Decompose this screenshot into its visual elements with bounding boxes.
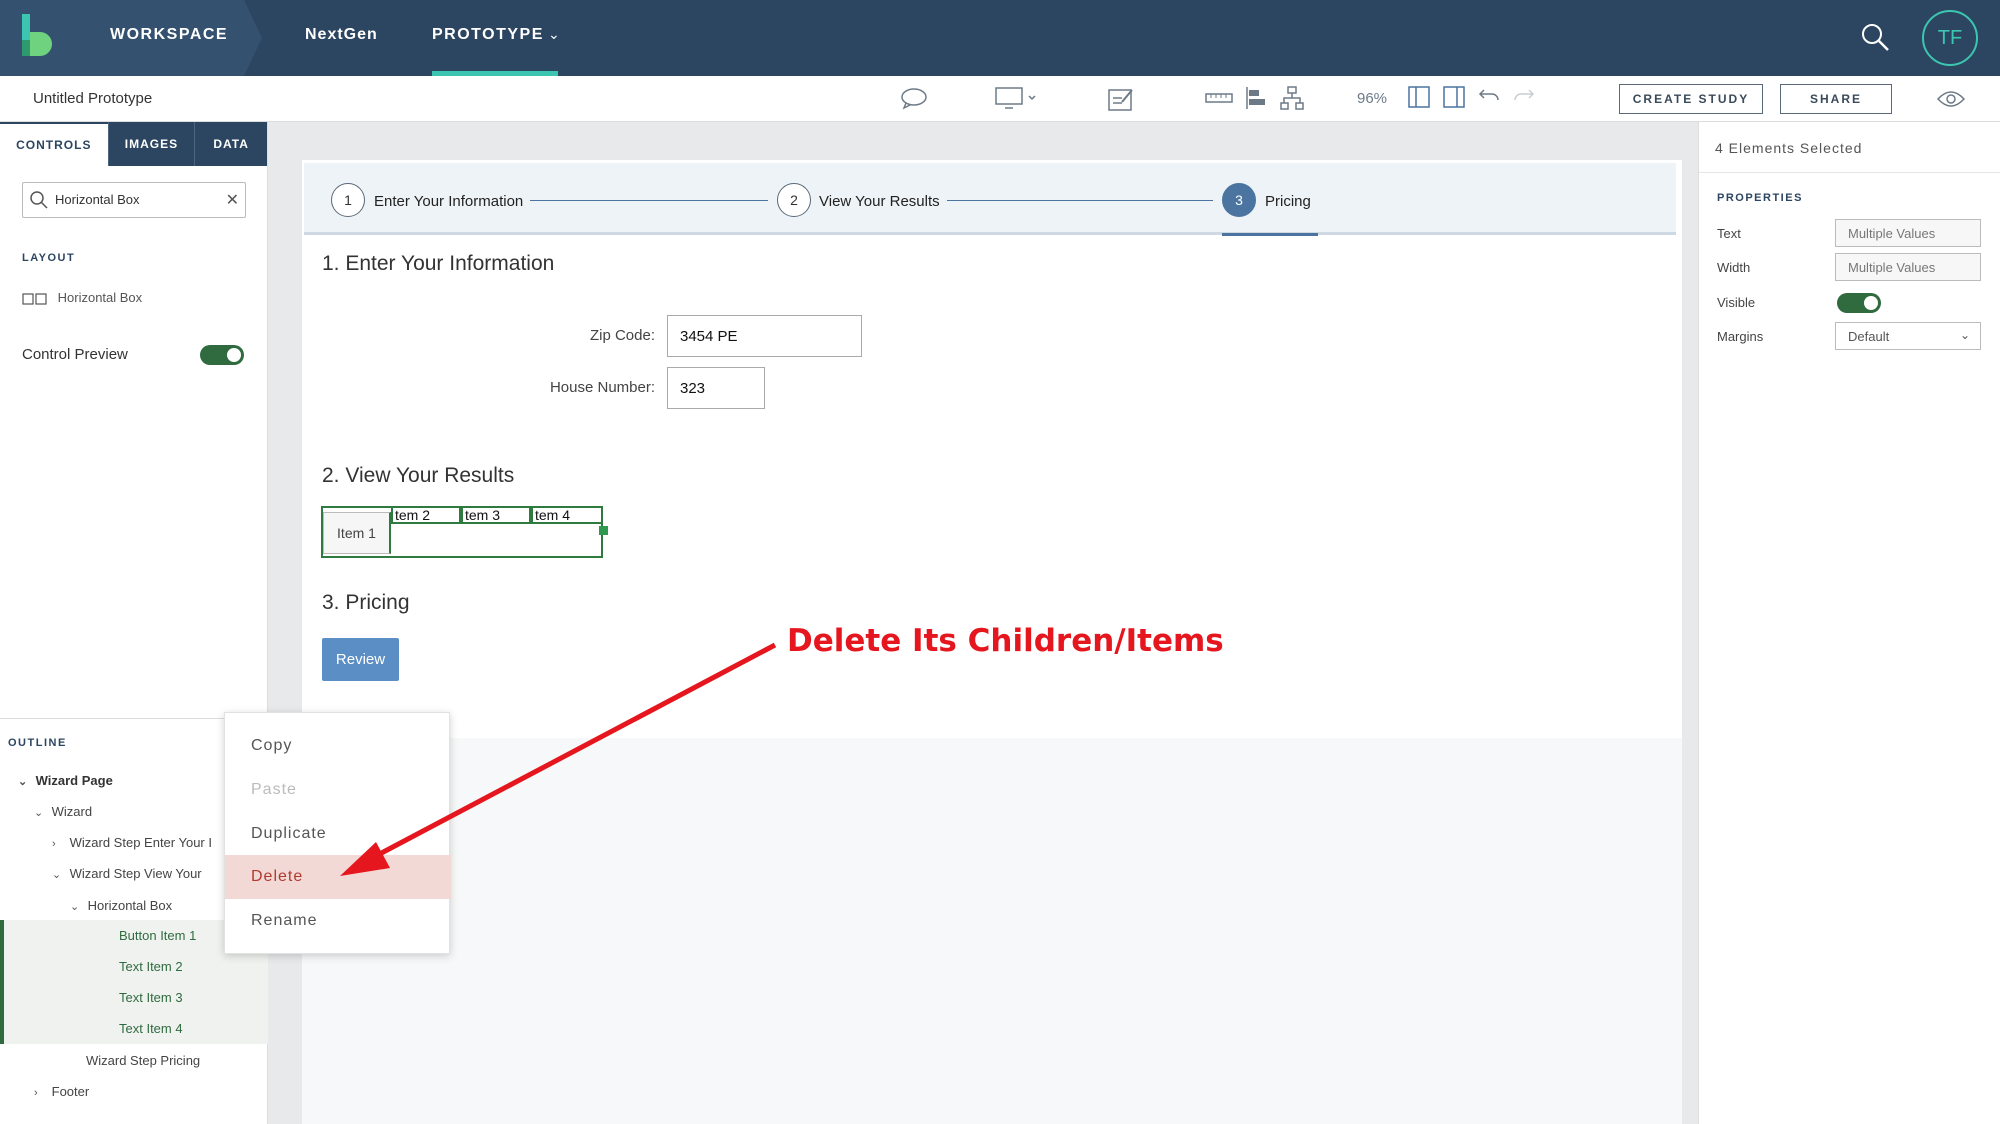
properties-panel: 4 Elements Selected PROPERTIES Text Mult… — [1698, 122, 2000, 1124]
prop-margins-label: Margins — [1717, 329, 1764, 344]
margins-select[interactable]: Default ⌄ — [1835, 322, 1981, 350]
prop-width-input[interactable]: Multiple Values — [1835, 253, 1981, 281]
panel-divider — [1699, 172, 2000, 173]
prop-text-input[interactable]: Multiple Values — [1835, 219, 1981, 247]
selection-count: 4 Elements Selected — [1715, 140, 1863, 156]
margins-value: Default — [1848, 328, 1890, 344]
prop-width-label: Width — [1717, 260, 1751, 275]
properties-section-label: PROPERTIES — [1717, 192, 1803, 204]
chevron-down-icon: ⌄ — [1959, 328, 1970, 342]
annotation-text: Delete Its Children/Items — [787, 623, 1224, 659]
prop-visible-label: Visible — [1717, 295, 1756, 310]
visible-toggle[interactable] — [1837, 293, 1881, 313]
prop-text-label: Text — [1717, 226, 1741, 241]
